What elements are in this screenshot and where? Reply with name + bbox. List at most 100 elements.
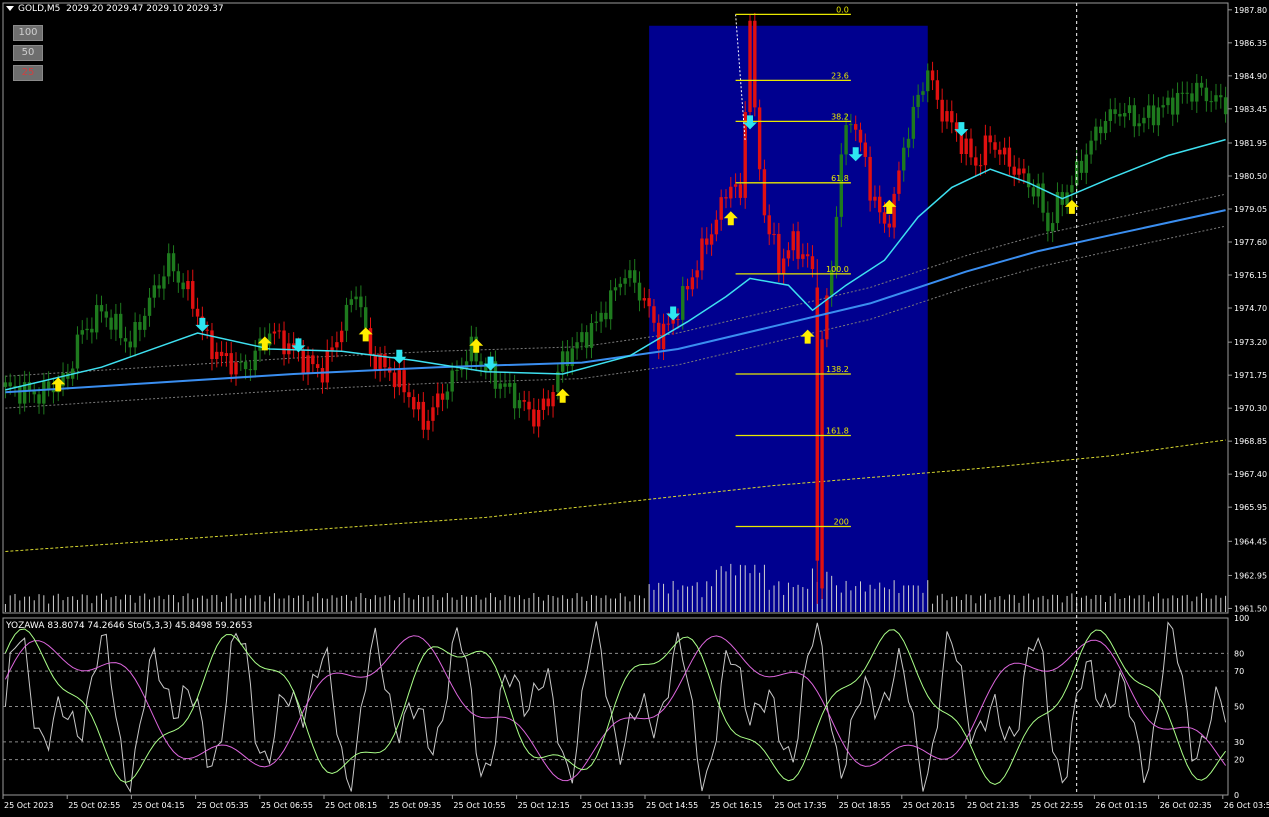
bull-candle: [628, 270, 632, 279]
time-tick-label: 25 Oct 21:35: [967, 801, 1019, 810]
bear-candle: [878, 196, 882, 213]
bull-candle: [1137, 123, 1141, 127]
bear-candle: [440, 393, 445, 400]
level-label: 30: [1234, 738, 1244, 747]
bear-candle: [215, 351, 219, 360]
bull-candle: [123, 338, 128, 342]
bull-candle: [248, 369, 253, 371]
bull-candle: [171, 253, 176, 272]
bear-candle: [311, 355, 315, 365]
bull-candle: [1161, 105, 1165, 108]
bear-candle: [964, 138, 968, 155]
bear-candle: [733, 184, 738, 187]
bull-candle: [498, 383, 502, 389]
bull-candle: [32, 391, 36, 395]
bull-candle: [580, 332, 584, 343]
bull-candle: [575, 342, 579, 349]
bull-candle: [94, 305, 99, 333]
bull-candle: [267, 333, 272, 346]
bear-candle: [690, 277, 695, 290]
bull-candle: [85, 328, 89, 331]
bull-candle: [253, 350, 257, 371]
bear-candle: [801, 254, 805, 259]
bull-candle: [1171, 97, 1175, 115]
bear-candle: [695, 270, 699, 278]
bear-candle: [950, 111, 954, 123]
bull-candle: [604, 312, 608, 320]
scale-button-25[interactable]: 25: [13, 65, 43, 81]
bear-candle: [407, 392, 411, 398]
bear-candle: [1012, 166, 1016, 175]
bull-candle: [1132, 105, 1137, 127]
dropdown-triangle-icon[interactable]: [6, 6, 14, 11]
bear-candle: [1017, 168, 1021, 175]
bear-candle: [897, 170, 901, 194]
chart-window: 0.0 23.6 38.2 61.8 100.0 138.2 161.8 200 1987.80…: [0, 0, 1269, 813]
bear-candle: [767, 215, 771, 235]
scale-button-50[interactable]: 50: [13, 45, 43, 61]
bull-candle: [1113, 109, 1117, 114]
time-tick-label: 25 Oct 08:15: [325, 801, 377, 810]
price-tick-label: 1977.60: [1234, 238, 1267, 247]
bear-candle: [676, 319, 680, 321]
bear-candle: [1007, 147, 1012, 167]
bull-candle: [162, 276, 166, 289]
bear-candle: [709, 234, 714, 245]
price-tick-label: 1962.95: [1234, 571, 1267, 580]
bear-candle: [1002, 147, 1007, 155]
stoch-signal-line: [4, 635, 1227, 782]
scale-button-100[interactable]: 100: [13, 25, 43, 41]
fib-level-label: 200: [834, 518, 849, 527]
bull-candle: [445, 391, 450, 400]
bull-candle: [455, 370, 459, 372]
bull-candle: [8, 382, 12, 387]
bull-candle: [1166, 97, 1170, 106]
time-tick-label: 25 Oct 16:15: [710, 801, 762, 810]
bull-candle: [1219, 95, 1223, 98]
bull-candle: [599, 312, 603, 322]
level-label: 20: [1234, 756, 1244, 765]
bull-candle: [1070, 185, 1074, 193]
bear-candle: [657, 322, 661, 350]
bull-candle: [344, 304, 349, 331]
bear-candle: [685, 286, 690, 290]
bull-candle: [926, 70, 930, 92]
bear-candle: [978, 165, 983, 167]
bear-candle: [210, 330, 214, 360]
bull-candle: [90, 328, 94, 333]
fib-level-label: 138.2: [826, 365, 849, 374]
bear-candle: [397, 370, 402, 388]
bear-candle: [335, 342, 339, 348]
bear-candle: [969, 138, 973, 158]
bear-candle: [277, 330, 281, 332]
time-tick-label: 26 Oct 01:15: [1095, 801, 1147, 810]
bull-candle: [1209, 101, 1213, 103]
bear-candle: [320, 368, 325, 383]
bull-candle: [1156, 107, 1161, 126]
time-tick-label: 25 Oct 13:35: [582, 801, 634, 810]
bear-candle: [339, 330, 344, 343]
bull-candle: [681, 286, 685, 320]
fib-level-label: 100.0: [826, 265, 849, 274]
ohlc-label: 2029.20 2029.47 2029.10 2029.37: [66, 4, 224, 14]
bull-candle: [354, 296, 358, 300]
bull-candle: [1214, 95, 1218, 102]
bull-candle: [637, 282, 642, 301]
time-tick-label: 25 Oct 12:15: [518, 801, 570, 810]
bull-candle: [503, 383, 507, 387]
chart-canvas[interactable]: 0.023.638.261.8100.0138.2161.82001987.80…: [0, 0, 1269, 813]
bear-candle: [186, 281, 190, 290]
bear-candle: [191, 281, 195, 309]
fib-level-label: 23.6: [831, 71, 849, 80]
price-tick-label: 1971.75: [1234, 371, 1267, 380]
bear-candle: [652, 306, 656, 323]
time-tick-label: 25 Oct 05:35: [197, 801, 249, 810]
bull-candle: [618, 283, 623, 288]
scale-button-label: 50: [21, 47, 35, 58]
bear-candle: [738, 184, 743, 198]
time-tick-label: 26 Oct 02:35: [1160, 801, 1212, 810]
bear-candle: [853, 124, 858, 130]
bull-candle: [1050, 223, 1055, 232]
bear-candle: [325, 350, 329, 383]
level-label: 100: [1234, 614, 1249, 623]
